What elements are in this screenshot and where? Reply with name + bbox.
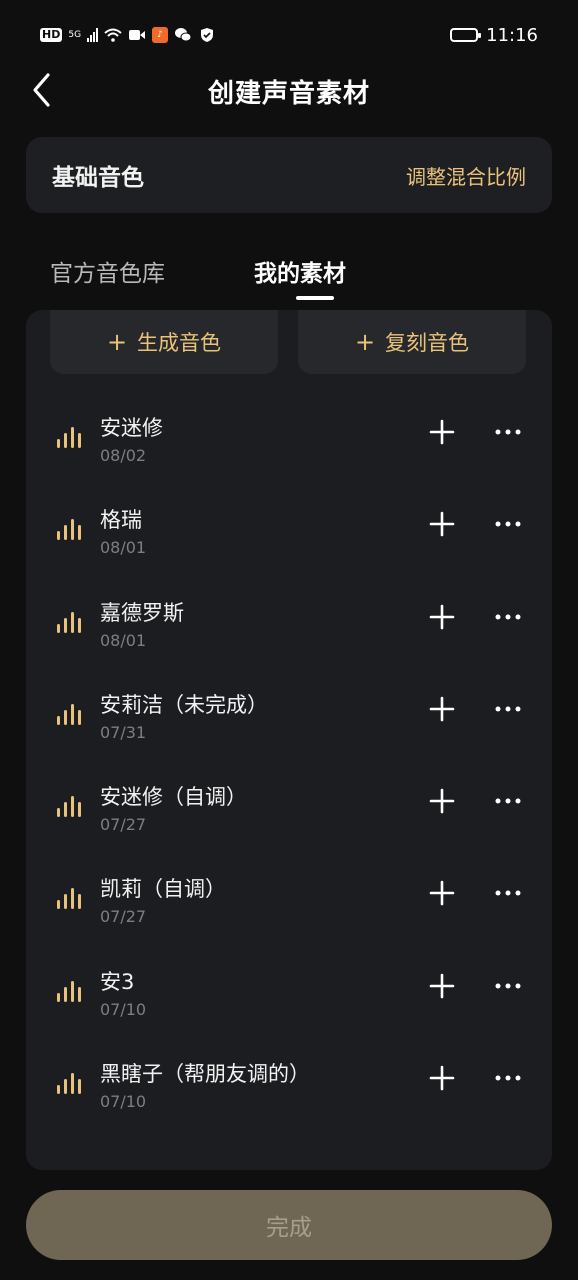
tab-bar: 官方音色库 我的素材 — [0, 246, 578, 306]
add-voice-button[interactable] — [428, 787, 456, 815]
screen: HD 5G ♪ 11:16 创建声音素材 基础音色 调整混合比例 官方音色库 我… — [0, 0, 578, 1280]
add-voice-button[interactable] — [428, 418, 456, 446]
voice-date: 08/01 — [100, 630, 147, 650]
audio-wave-icon — [57, 427, 81, 448]
tab-my-materials[interactable]: 我的素材 — [254, 254, 346, 288]
base-tone-card: 基础音色 调整混合比例 — [26, 137, 552, 213]
materials-panel: + 生成音色 + 复刻音色 安迷修 08/02 格瑞 08/01 嘉德罗斯 08… — [26, 310, 552, 1170]
page-title: 创建声音素材 — [207, 78, 370, 109]
voice-list-item[interactable]: 安莉洁（未完成） 07/31 — [26, 663, 552, 755]
audio-wave-icon — [57, 703, 81, 725]
voice-name: 安迷修（自调） — [100, 785, 247, 810]
video-icon — [128, 27, 146, 43]
more-options-icon[interactable] — [493, 1064, 523, 1092]
status-bar: HD 5G ♪ 11:16 — [0, 0, 578, 70]
plus-icon: + — [354, 328, 376, 356]
generate-voice-label: 生成音色 — [137, 331, 222, 355]
audio-wave-icon — [57, 796, 81, 818]
voice-date: 07/10 — [100, 1092, 147, 1112]
voice-list-item[interactable]: 嘉德罗斯 08/01 — [26, 571, 552, 663]
clone-voice-label: 复刻音色 — [385, 331, 470, 355]
more-options-icon[interactable] — [493, 879, 523, 907]
shield-icon — [198, 27, 216, 43]
voice-list-item[interactable]: 安迷修（自调） 07/27 — [26, 755, 552, 847]
add-voice-button[interactable] — [428, 972, 456, 1000]
header: 创建声音素材 — [0, 64, 578, 118]
voice-name: 安莉洁（未完成） — [100, 692, 268, 717]
active-tab-indicator — [296, 296, 334, 300]
audio-wave-icon — [57, 980, 81, 1002]
voice-list-item[interactable]: 安3 07/10 — [26, 940, 552, 1032]
signal-icon — [87, 28, 99, 42]
back-button[interactable] — [22, 70, 62, 110]
audio-wave-icon — [57, 1073, 81, 1095]
adjust-mix-ratio-link[interactable]: 调整混合比例 — [406, 161, 526, 190]
more-options-icon[interactable] — [493, 787, 523, 815]
voice-name: 黑瞎子（帮朋友调的） — [100, 1062, 310, 1087]
network-type: 5G — [68, 29, 82, 40]
voice-name: 安3 — [100, 969, 135, 994]
voice-date: 08/02 — [100, 446, 147, 465]
clock: 11:16 — [486, 24, 538, 46]
app-notification-icon: ♪ — [152, 27, 169, 43]
voice-list-item[interactable]: 安迷修 08/02 — [26, 386, 552, 478]
more-options-icon[interactable] — [493, 603, 523, 631]
voice-name: 嘉德罗斯 — [100, 600, 184, 625]
wechat-icon — [174, 27, 192, 43]
voice-date: 07/10 — [100, 999, 147, 1019]
voice-date: 08/01 — [100, 538, 147, 558]
status-icons-right: 11:16 — [450, 25, 538, 46]
clone-voice-button[interactable]: + 复刻音色 — [298, 310, 526, 374]
more-options-icon[interactable] — [493, 972, 523, 1000]
more-options-icon[interactable] — [493, 510, 523, 538]
voice-date: 07/27 — [100, 907, 147, 927]
audio-wave-icon — [57, 519, 81, 541]
base-tone-title: 基础音色 — [52, 165, 144, 191]
voice-name: 格瑞 — [100, 508, 142, 533]
tab-official-library[interactable]: 官方音色库 — [50, 254, 165, 288]
voice-list: 安迷修 08/02 格瑞 08/01 嘉德罗斯 08/01 安莉洁（未完成） 0… — [26, 386, 552, 1124]
add-voice-button[interactable] — [428, 510, 456, 538]
audio-wave-icon — [57, 611, 81, 633]
battery-icon — [450, 28, 482, 42]
done-button[interactable]: 完成 — [26, 1190, 552, 1260]
hd-icon: HD — [40, 28, 63, 42]
more-options-icon[interactable] — [493, 418, 523, 446]
add-voice-button[interactable] — [428, 603, 456, 631]
voice-list-item[interactable]: 黑瞎子（帮朋友调的） 07/10 — [26, 1032, 552, 1124]
audio-wave-icon — [57, 888, 81, 910]
add-voice-button[interactable] — [428, 1064, 456, 1092]
voice-date: 07/27 — [100, 815, 147, 835]
more-options-icon[interactable] — [493, 695, 523, 723]
wifi-icon — [104, 27, 122, 43]
voice-name: 安迷修 — [100, 416, 163, 440]
chevron-left-icon — [33, 73, 50, 107]
plus-icon: + — [106, 328, 128, 356]
voice-date: 07/31 — [100, 722, 147, 742]
generate-voice-button[interactable]: + 生成音色 — [50, 310, 278, 374]
voice-list-item[interactable]: 格瑞 08/01 — [26, 478, 552, 570]
add-voice-button[interactable] — [428, 879, 456, 907]
add-voice-button[interactable] — [428, 695, 456, 723]
voice-list-item[interactable]: 凯莉（自调） 07/27 — [26, 847, 552, 939]
status-icons-left: HD 5G ♪ — [40, 27, 216, 43]
voice-name: 凯莉（自调） — [100, 877, 226, 902]
